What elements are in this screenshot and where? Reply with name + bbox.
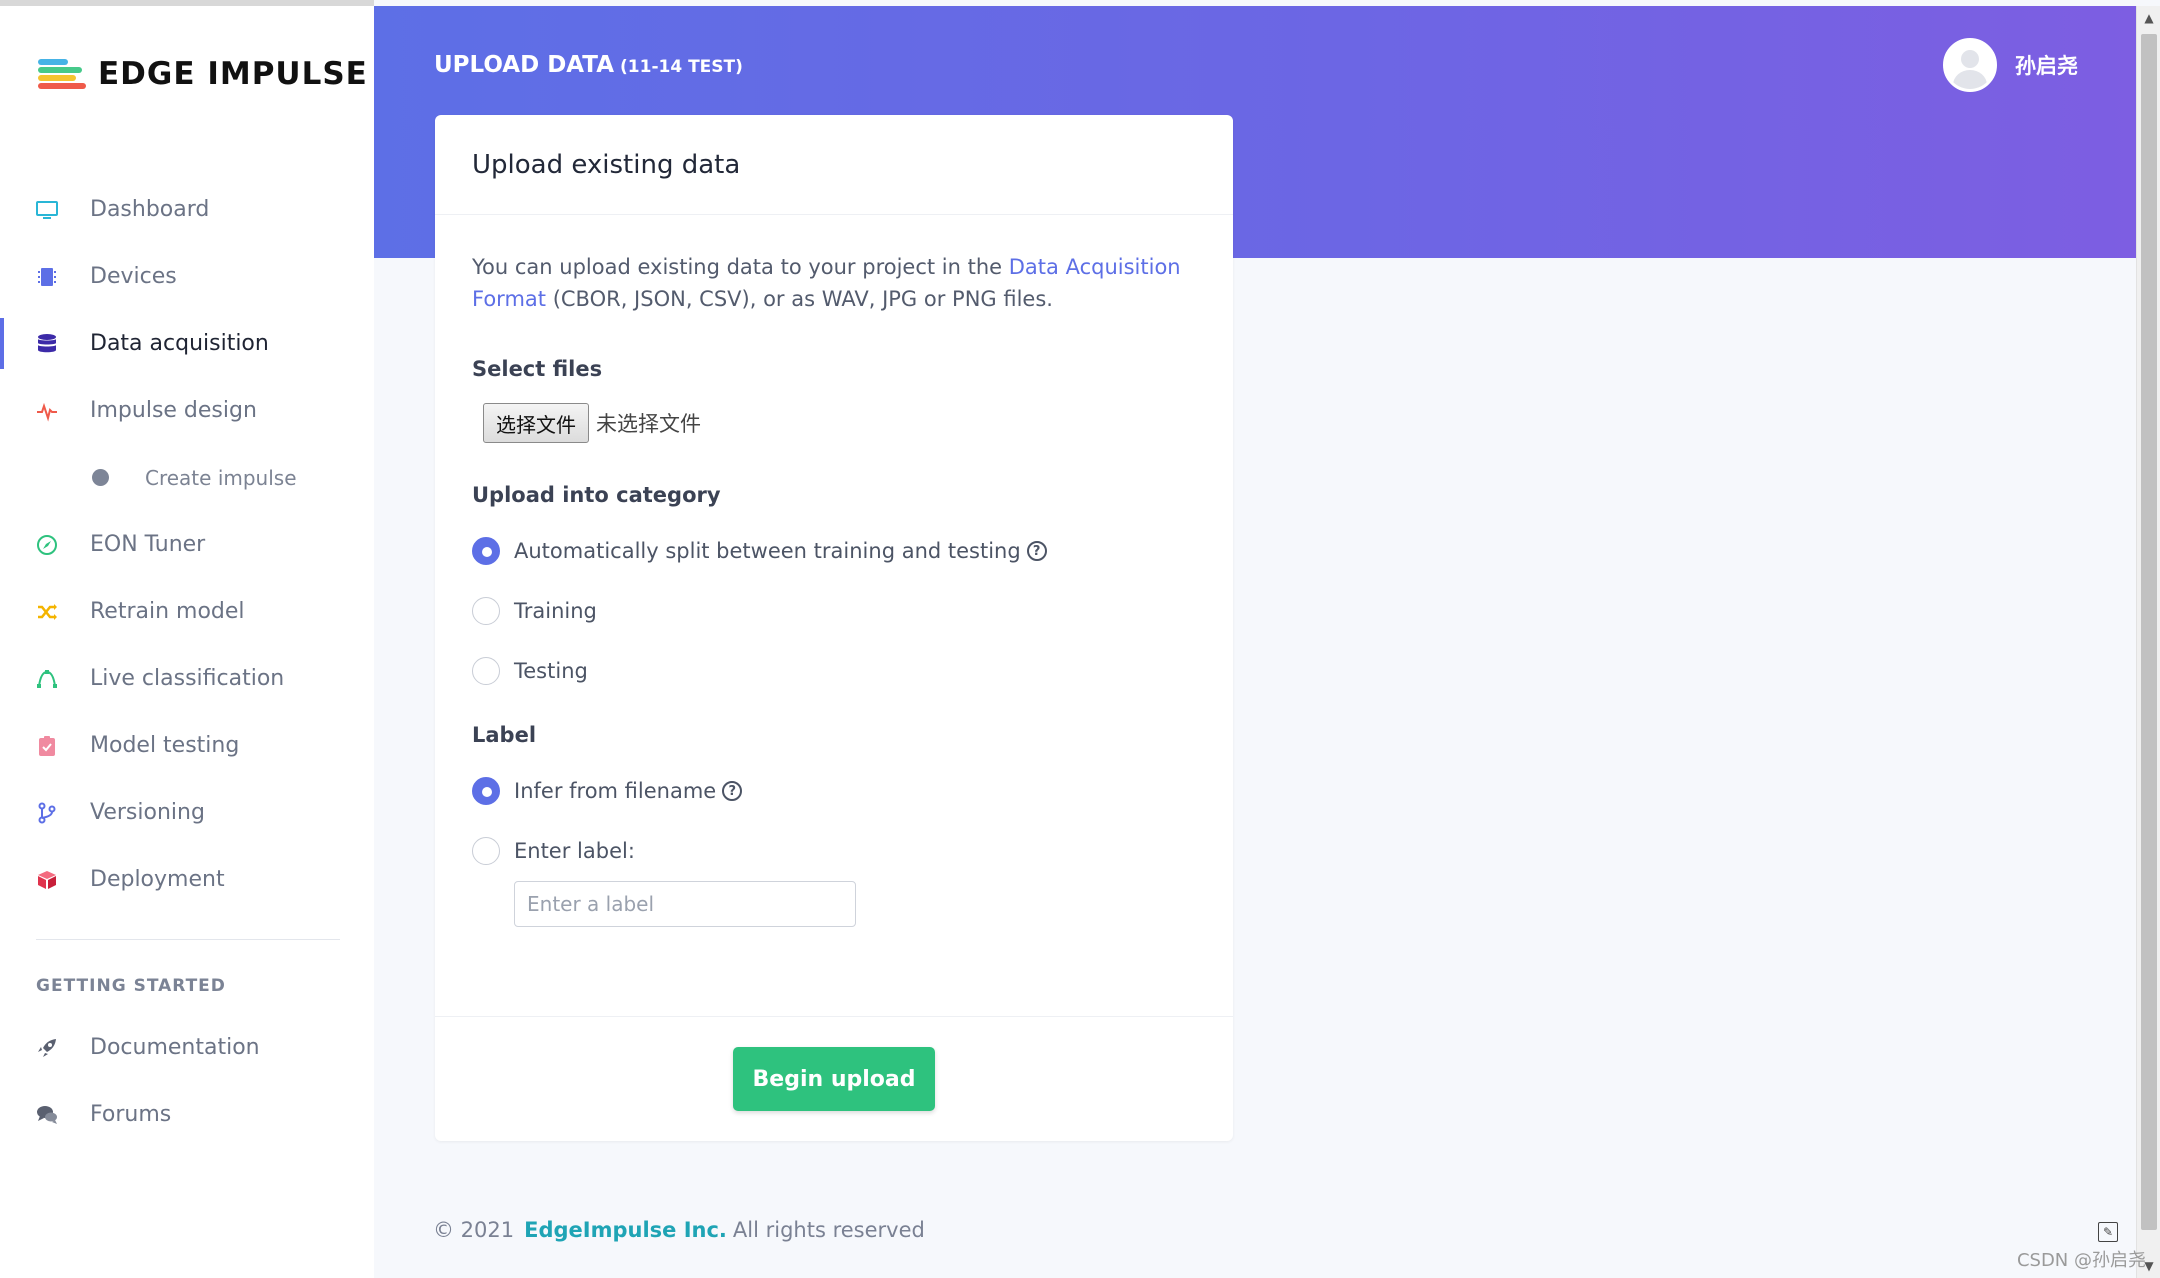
- radio-label: Testing: [514, 659, 588, 683]
- shuffle-icon: [36, 601, 58, 623]
- sidebar-item-label: Model testing: [90, 733, 240, 758]
- compass-icon: [36, 534, 58, 556]
- pulse-icon: [36, 400, 58, 422]
- label-section-title: Label: [472, 723, 537, 747]
- sidebar-item-label: Impulse design: [90, 398, 257, 423]
- vector-icon: [36, 668, 58, 690]
- chip-icon: [36, 266, 58, 288]
- sidebar-item-label: EON Tuner: [90, 532, 206, 557]
- sidebar-item-label: Data acquisition: [90, 331, 269, 356]
- dot-icon: [92, 469, 109, 486]
- scroll-up-icon[interactable]: ▲: [2137, 6, 2160, 30]
- chat-icon: [36, 1104, 58, 1126]
- page: EDGE IMPULSE Dashboard Devices Data acqu…: [0, 0, 2160, 1278]
- category-label: Upload into category: [472, 483, 721, 507]
- radio-button-checked[interactable]: [472, 777, 500, 805]
- sidebar-item-forums[interactable]: Forums: [0, 1081, 374, 1148]
- upload-card: Upload existing data You can upload exis…: [435, 115, 1233, 1141]
- sidebar-item-devices[interactable]: Devices: [0, 243, 374, 310]
- description-text-suffix: (CBOR, JSON, CSV), or as WAV, JPG or PNG…: [546, 287, 1053, 311]
- sidebar-nav: Dashboard Devices Data acquisition Impul…: [0, 176, 374, 1148]
- sidebar-item-label: Versioning: [90, 800, 205, 825]
- logo-text: EDGE IMPULSE: [98, 56, 368, 92]
- sidebar-item-impulse-design[interactable]: Impulse design: [0, 377, 374, 444]
- radio-button-checked[interactable]: [472, 537, 500, 565]
- page-title: UPLOAD DATA (11-14 TEST): [434, 52, 743, 78]
- select-files-label: Select files: [472, 357, 603, 381]
- radio-button[interactable]: [472, 597, 500, 625]
- user-name: 孙启尧: [2015, 54, 2078, 78]
- card-footer: Begin upload: [435, 1016, 1233, 1141]
- sidebar-item-label: Documentation: [90, 1035, 260, 1060]
- radio-enter-label[interactable]: Enter label:: [472, 821, 1196, 881]
- no-file-chosen-text: 未选择文件: [596, 412, 701, 436]
- sidebar-item-label: Retrain model: [90, 599, 245, 624]
- sidebar-item-label: Devices: [90, 264, 177, 289]
- sidebar-section-title: GETTING STARTED: [36, 976, 226, 996]
- radio-training[interactable]: Training: [472, 581, 1196, 641]
- sidebar-item-label: Create impulse: [145, 465, 297, 490]
- radio-label: Infer from filename: [514, 779, 717, 803]
- sidebar-item-eon-tuner[interactable]: EON Tuner: [0, 511, 374, 578]
- logo[interactable]: EDGE IMPULSE: [36, 56, 368, 92]
- description-text: You can upload existing data to your pro…: [472, 255, 1009, 279]
- radio-testing[interactable]: Testing: [472, 641, 1196, 701]
- edge-impulse-logo-icon: [36, 57, 88, 91]
- database-icon: [36, 333, 58, 355]
- file-input[interactable]: 选择文件 未选择文件: [483, 403, 1196, 443]
- scrollbar[interactable]: ▲ ▼: [2136, 6, 2160, 1278]
- sidebar-item-data-acquisition[interactable]: Data acquisition: [0, 310, 374, 377]
- card-description: You can upload existing data to your pro…: [472, 251, 1196, 315]
- radio-label: Enter label:: [514, 839, 635, 863]
- sidebar: EDGE IMPULSE Dashboard Devices Data acqu…: [0, 0, 374, 1278]
- sidebar-item-live-classification[interactable]: Live classification: [0, 645, 374, 712]
- scrollbar-thumb[interactable]: [2141, 34, 2157, 1230]
- clipboard-check-icon: [36, 735, 58, 757]
- category-radio-group: Automatically split between training and…: [472, 521, 1196, 701]
- page-title-text: UPLOAD DATA: [434, 52, 615, 78]
- page-footer: © 2021 EdgeImpulse Inc. All rights reserve…: [433, 1218, 925, 1242]
- project-name: (11-14 TEST): [620, 57, 743, 77]
- sidebar-item-label: Dashboard: [90, 197, 210, 222]
- copyright: © 2021: [433, 1218, 515, 1242]
- sidebar-item-create-impulse[interactable]: Create impulse: [0, 444, 374, 511]
- begin-upload-button[interactable]: Begin upload: [733, 1047, 935, 1111]
- sidebar-item-label: Forums: [90, 1102, 172, 1127]
- choose-file-button[interactable]: 选择文件: [483, 403, 589, 443]
- radio-label: Automatically split between training and…: [514, 539, 1021, 563]
- sidebar-item-label: Live classification: [90, 666, 285, 691]
- sidebar-item-dashboard[interactable]: Dashboard: [0, 176, 374, 243]
- sidebar-item-documentation[interactable]: Documentation: [0, 1014, 374, 1081]
- label-radio-group: Infer from filename ? Enter label:: [472, 761, 1196, 927]
- sidebar-item-retrain-model[interactable]: Retrain model: [0, 578, 374, 645]
- monitor-icon: [36, 199, 58, 221]
- sidebar-item-deployment[interactable]: Deployment: [0, 846, 374, 913]
- edgeimpulse-link[interactable]: EdgeImpulse Inc.: [524, 1218, 727, 1242]
- cube-icon: [36, 869, 58, 891]
- avatar: [1943, 38, 1997, 92]
- radio-label: Training: [514, 599, 597, 623]
- sidebar-item-model-testing[interactable]: Model testing: [0, 712, 374, 779]
- radio-auto-split[interactable]: Automatically split between training and…: [472, 521, 1196, 581]
- help-icon[interactable]: ?: [1026, 541, 1047, 561]
- sidebar-item-label: Deployment: [90, 867, 225, 892]
- help-icon[interactable]: ?: [722, 781, 743, 801]
- sidebar-item-versioning[interactable]: Versioning: [0, 779, 374, 846]
- radio-infer-from-filename[interactable]: Infer from filename ?: [472, 761, 1196, 821]
- sidebar-divider: [36, 939, 340, 940]
- label-input[interactable]: [514, 881, 856, 927]
- radio-button[interactable]: [472, 657, 500, 685]
- rights-text: All rights reserved: [732, 1218, 925, 1242]
- user-menu[interactable]: 孙启尧: [1943, 38, 2078, 92]
- branch-icon: [36, 802, 58, 824]
- feedback-icon[interactable]: ✎: [2098, 1222, 2118, 1242]
- radio-button[interactable]: [472, 837, 500, 865]
- rocket-icon: [36, 1037, 58, 1059]
- card-body: You can upload existing data to your pro…: [435, 251, 1233, 927]
- card-title: Upload existing data: [435, 115, 1233, 215]
- watermark: CSDN @孙启尧: [2016, 1250, 2146, 1271]
